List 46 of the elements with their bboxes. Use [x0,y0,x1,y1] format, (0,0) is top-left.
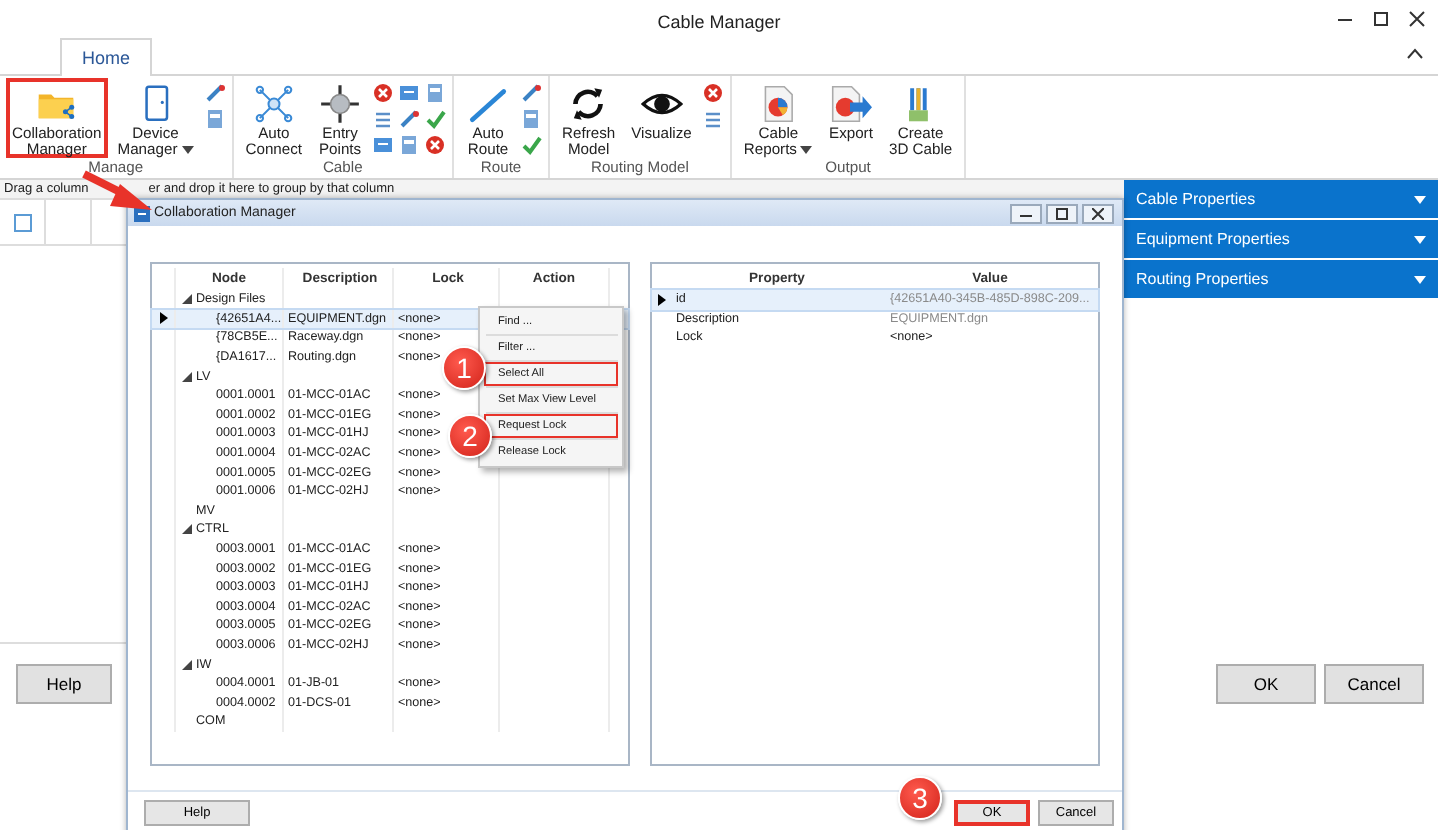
tool-icon[interactable] [520,134,543,156]
help-button[interactable]: Help [16,664,112,704]
tool-icon[interactable] [424,134,447,156]
maximize-button[interactable] [1046,203,1078,223]
maximize-icon [1056,207,1068,219]
tool-icon[interactable] [520,82,543,104]
expander-icon[interactable] [182,659,192,670]
network-icon [251,82,296,126]
expander-icon[interactable] [182,524,192,535]
tool-icon[interactable] [203,108,226,130]
close-icon[interactable] [1408,10,1426,28]
tool-icon[interactable] [203,82,226,104]
tool-icon[interactable] [372,82,395,104]
export-icon [828,82,873,126]
minimize-icon [1020,209,1032,217]
panel-header[interactable]: Routing Properties [1124,260,1438,298]
caret-icon [1414,195,1426,203]
maximize-icon[interactable] [1372,10,1390,28]
expander-icon[interactable] [182,294,192,305]
tool-icon[interactable] [398,134,421,156]
tool-icon[interactable] [701,108,724,130]
tool-icon[interactable] [520,108,543,130]
cancel-button[interactable]: Cancel [1324,664,1424,704]
tool-icon[interactable] [424,82,447,104]
minimize-button[interactable] [1010,203,1042,223]
expander-icon[interactable] [182,371,192,382]
window-title: Cable Manager [657,11,781,31]
crosshair-icon [318,82,363,126]
row-indicator-icon [159,312,167,325]
ribbon-tab[interactable]: Home [60,38,153,76]
row-indicator-icon [658,293,666,306]
tool-icon[interactable] [372,134,395,156]
caret-icon [1414,235,1426,243]
checkbox[interactable] [13,213,31,231]
tool-icon[interactable] [424,108,447,130]
panel-header[interactable]: Cable Properties [1124,180,1438,218]
collapse-icon[interactable] [1406,48,1424,60]
close-button[interactable] [1082,203,1114,223]
caret-icon [1414,275,1426,283]
panel-header[interactable]: Equipment Properties [1124,220,1438,258]
tool-icon[interactable] [701,82,724,104]
tool-icon[interactable] [398,108,421,130]
tool-icon[interactable] [372,108,395,130]
tool-icon[interactable] [398,82,421,104]
ok-button[interactable]: OK [1216,664,1316,704]
close-icon [1092,207,1104,219]
